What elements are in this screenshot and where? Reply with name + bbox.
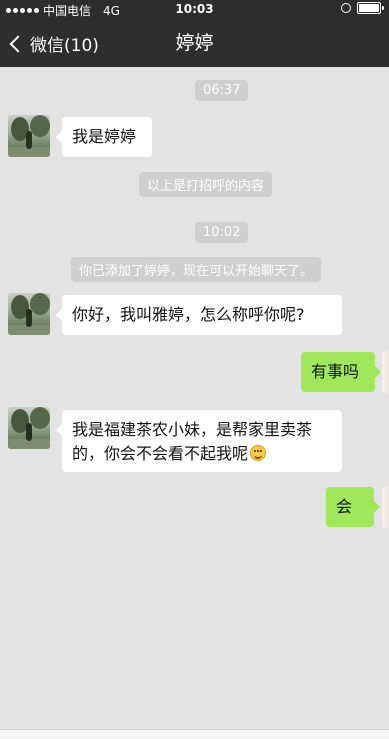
- message-text: 的，你会不会看不起我呢: [72, 444, 249, 463]
- my-avatar[interactable]: [382, 351, 389, 393]
- system-message: 你已添加了婷婷，现在可以开始聊天了。: [71, 257, 322, 282]
- chat-title: 婷婷: [175, 32, 214, 54]
- status-time: 10:03: [175, 2, 214, 16]
- incoming-message[interactable]: 你好，我叫雅婷，怎么称呼你呢?: [56, 295, 342, 335]
- incoming-message[interactable]: 我是婷婷: [56, 117, 152, 157]
- nav-bar: 微信(10) 婷婷: [0, 20, 389, 67]
- timestamp: 06:37: [195, 80, 249, 101]
- status-bar: 中国电信 4G 10:03: [0, 0, 389, 20]
- message-line: 我是福建茶农小妹，是帮家里卖茶: [72, 420, 313, 439]
- outgoing-message[interactable]: 有事吗: [301, 352, 381, 392]
- smiley-emoji-icon: [250, 445, 267, 461]
- incoming-message[interactable]: 我是福建茶农小妹，是帮家里卖茶 的，你会不会看不起我呢: [56, 410, 342, 472]
- timestamp: 10:02: [195, 222, 249, 243]
- battery-icon: [357, 2, 384, 14]
- orientation-lock-icon: [341, 3, 351, 13]
- contact-avatar[interactable]: [8, 115, 50, 157]
- contact-avatar[interactable]: [8, 407, 50, 449]
- message-line: 的，你会不会看不起我呢: [72, 442, 332, 466]
- system-message: 以上是打招呼的内容: [139, 172, 273, 197]
- outgoing-message[interactable]: 会: [326, 487, 380, 527]
- chat-area[interactable]: 06:37 我是婷婷 以上是打招呼的内容 10:02 你已添加了婷婷，现在可以开…: [0, 67, 389, 738]
- my-avatar[interactable]: [382, 486, 389, 528]
- contact-avatar[interactable]: [8, 293, 50, 335]
